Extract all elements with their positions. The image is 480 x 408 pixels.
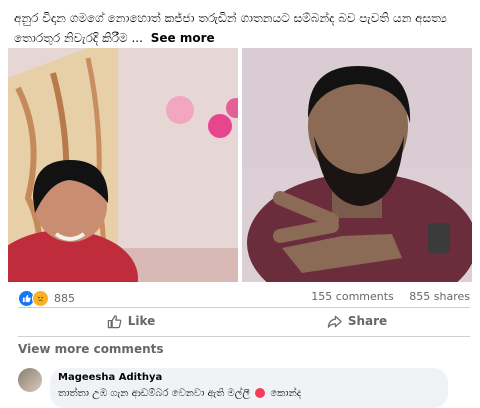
- reaction-count: 885: [54, 292, 75, 305]
- engagement-stats: 885 155 comments 855 shares: [18, 290, 470, 307]
- man-peace-sign-illustration: [242, 48, 472, 282]
- comment-text-suffix: කොන්ද: [270, 388, 302, 399]
- thumbs-up-icon: [107, 314, 122, 328]
- like-button[interactable]: Like: [18, 306, 244, 336]
- post-text: අනුර විදාන ගමගේ නොහොත් කජ්ජා තරුඩින් ගාත…: [14, 8, 470, 48]
- photo-right[interactable]: [242, 48, 472, 282]
- comment-share-counts: 155 comments 855 shares: [299, 290, 470, 303]
- heart-icon: [255, 388, 266, 398]
- share-label: Share: [347, 314, 388, 328]
- share-count[interactable]: 855 shares: [409, 290, 470, 303]
- see-more-link[interactable]: See more: [151, 31, 215, 45]
- view-more-comments-link[interactable]: View more comments: [18, 342, 164, 356]
- comment-item: Mageesha Adithya තාත්තා උඹ ගැන ආඩම්බර වෙ…: [18, 368, 468, 408]
- action-bar: Like Share: [18, 306, 470, 336]
- comment-author[interactable]: Mageesha Adithya: [58, 372, 162, 383]
- post-text-body: අනුර විදාන ගමගේ නොහොත් කජ්ජා තරුඩින් ගාත…: [14, 11, 447, 45]
- comment-text: තාත්තා උඹ ගැන ආඩම්බර වෙනවා ඇති මල්ලී කොන…: [58, 388, 301, 399]
- comment-text-main: තාත්තා උඹ ගැන ආඩම්බර වෙනවා ඇති මල්ලී: [58, 388, 250, 399]
- like-label: Like: [127, 314, 156, 328]
- avatar[interactable]: [18, 368, 42, 392]
- share-button[interactable]: Share: [244, 306, 470, 336]
- divider-bottom: [18, 336, 470, 337]
- photo-left[interactable]: [8, 48, 238, 282]
- woman-selfie-illustration: [8, 48, 238, 282]
- share-arrow-icon: [327, 315, 342, 328]
- photo-grid: [8, 48, 472, 282]
- reaction-summary[interactable]: 885: [18, 290, 75, 307]
- comment-count[interactable]: 155 comments: [311, 290, 393, 303]
- sad-icon: [32, 290, 49, 307]
- comment-bubble: Mageesha Adithya තාත්තා උඹ ගැන ආඩම්බර වෙ…: [50, 368, 448, 408]
